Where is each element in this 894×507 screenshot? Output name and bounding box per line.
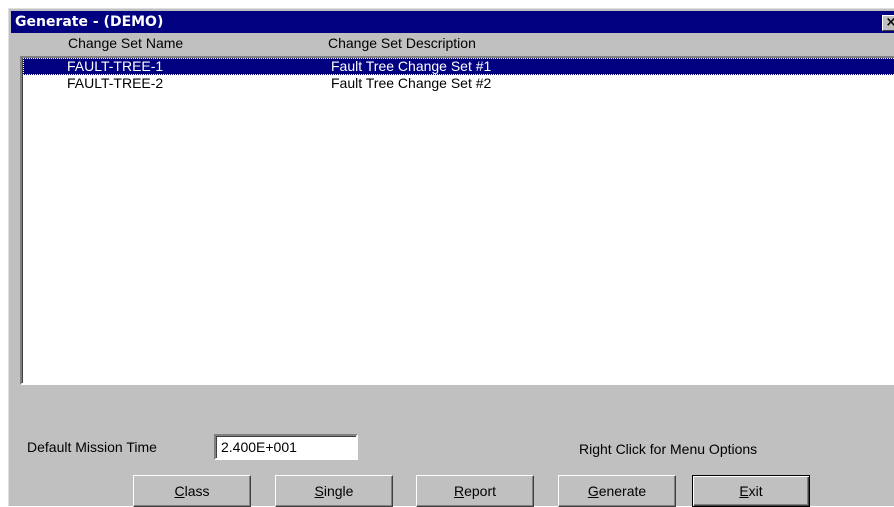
generate-button[interactable]: Generate: [558, 475, 676, 507]
generate-dialog: Generate - (DEMO) × Change Set Name Chan…: [8, 8, 894, 507]
change-set-description: Fault Tree Change Set #2: [331, 75, 492, 91]
column-header-name[interactable]: Change Set Name: [68, 35, 183, 51]
mission-time-input[interactable]: 2.400E+001: [214, 434, 358, 460]
column-header-description[interactable]: Change Set Description: [328, 35, 476, 51]
change-set-description: Fault Tree Change Set #1: [331, 58, 492, 74]
class-button[interactable]: Class: [133, 475, 251, 507]
change-set-list[interactable]: FAULT-TREE-1 Fault Tree Change Set #1 FA…: [20, 56, 894, 385]
list-item[interactable]: FAULT-TREE-1 Fault Tree Change Set #1: [23, 58, 894, 75]
report-button[interactable]: Report: [416, 475, 534, 507]
close-icon[interactable]: ×: [882, 15, 894, 31]
single-button[interactable]: Single: [275, 475, 393, 507]
change-set-name: FAULT-TREE-1: [67, 58, 164, 74]
title-bar[interactable]: Generate - (DEMO) ×: [11, 11, 894, 33]
menu-hint-text: Right Click for Menu Options: [579, 441, 758, 457]
exit-button[interactable]: Exit: [692, 475, 810, 507]
list-item[interactable]: FAULT-TREE-2 Fault Tree Change Set #2: [23, 75, 894, 92]
mission-time-label: Default Mission Time: [27, 439, 157, 455]
window-title: Generate - (DEMO): [15, 14, 164, 30]
change-set-name: FAULT-TREE-2: [67, 75, 164, 91]
